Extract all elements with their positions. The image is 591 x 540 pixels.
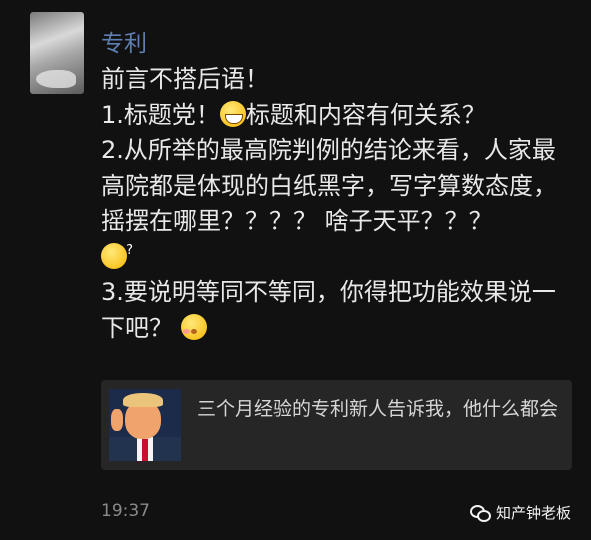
- wechat-logo-icon: [470, 505, 491, 522]
- message-line-3: 2.从所举的最高院判例的结论来看，人家最高院都是体现的白纸黑字，写字算数态度，摇…: [101, 133, 579, 275]
- kissing-emoji-icon: [180, 313, 207, 340]
- timestamp: 19:37: [101, 501, 150, 521]
- grinning-emoji-icon: [219, 100, 246, 127]
- watermark: 知产钟老板: [470, 495, 582, 531]
- message-line-4: 3.要说明等同不等同，你得把功能效果说一下吧？: [101, 278, 556, 342]
- contact-avatar[interactable]: [30, 12, 84, 94]
- quoted-image-thumbnail[interactable]: [109, 389, 181, 461]
- quoted-text: 三个月经验的专利新人告诉我，他什么都会: [197, 398, 559, 420]
- message-bubble[interactable]: 前言不搭后语！ 1.标题党！ 标题和内容有何关系？ 2.从所举的最高院判例的结论来…: [101, 62, 579, 346]
- dizzy-face-emoji-icon: [101, 233, 133, 269]
- message-line-1: 前言不搭后语！: [101, 65, 269, 93]
- quoted-message[interactable]: 三个月经验的专利新人告诉我，他什么都会: [101, 380, 572, 470]
- contact-name: 专利: [101, 31, 147, 57]
- message-line-2: 1.标题党！ 标题和内容有何关系？: [101, 100, 486, 129]
